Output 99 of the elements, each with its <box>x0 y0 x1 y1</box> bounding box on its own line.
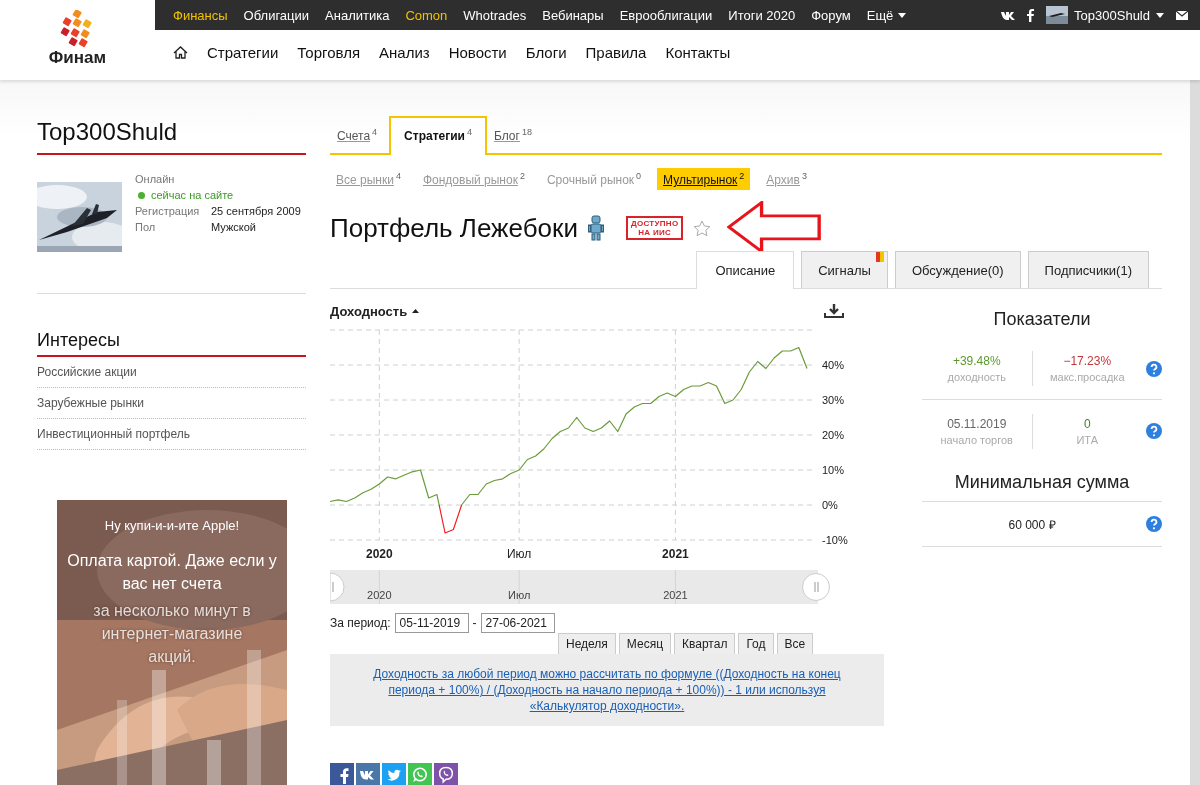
ad-title: Ну купи-и-и-ите Apple! <box>104 518 240 533</box>
nav-link[interactable]: Новости <box>448 44 507 61</box>
range-button[interactable]: Год <box>738 633 774 654</box>
field-label: Регистрация <box>135 205 201 217</box>
section-tab[interactable]: Стратегии $^{4}$ <box>389 116 487 155</box>
date-from-field[interactable]: 05-11-2019 <box>394 613 469 633</box>
logo-text[interactable]: Финам <box>18 48 107 68</box>
range-button[interactable]: Неделя <box>558 633 616 654</box>
stat-value: +39.48% <box>951 354 1002 368</box>
nav-link[interactable]: Анализ <box>379 44 430 61</box>
market-tab[interactable]: Архив $^{3}$ <box>760 168 813 190</box>
field-label: Пол <box>135 221 157 233</box>
stat-label: доходность <box>946 371 1007 383</box>
mail-icon[interactable] <box>1176 10 1188 20</box>
y-axis-label: 40% <box>822 359 845 371</box>
interests-title: Интересы <box>37 330 306 357</box>
period-label: За период: <box>330 616 391 630</box>
user-menu[interactable]: Top300Shuld <box>1046 6 1164 24</box>
help-icon[interactable] <box>1146 360 1162 377</box>
detail-tab[interactable]: Подписчики(1) <box>1027 251 1149 288</box>
nav-link[interactable]: Стратегии <box>207 44 279 61</box>
interest-item[interactable]: Зарубежные рынки <box>37 388 306 419</box>
top-menu-link[interactable]: Аналитика <box>325 7 390 23</box>
navigator-label: 2020 <box>367 589 392 601</box>
help-icon[interactable] <box>1146 516 1162 532</box>
y-axis-label: 0% <box>822 499 838 511</box>
facebook-icon[interactable] <box>1027 8 1035 22</box>
x-axis-label: 2020 <box>366 547 393 561</box>
viber-icon[interactable] <box>434 763 458 785</box>
detail-tab[interactable]: Обсуждение(0) <box>894 251 1021 288</box>
top-menu-link[interactable]: Форум <box>811 7 851 23</box>
ad-subline: за несколько минут в интернет-магазине акций. <box>92 601 252 667</box>
field-value: Мужской <box>211 221 257 233</box>
market-tab[interactable]: Все рынки $^{4}$ <box>330 168 407 190</box>
top-menu-dropdown[interactable]: Ещё <box>866 7 907 23</box>
range-button[interactable]: Месяц <box>618 633 672 654</box>
iis-badge: ДОСТУПНО НА ИИС <box>625 216 684 240</box>
home-icon[interactable] <box>173 46 188 59</box>
min-sum-title: Минимальная сумма <box>953 472 1131 493</box>
y-axis-label: 20% <box>822 429 845 441</box>
date-separator: - <box>472 616 477 630</box>
top-menu-link[interactable]: Comon <box>405 7 448 23</box>
status-label: Онлайн <box>135 173 176 185</box>
section-tab[interactable]: Счета $^{4}$ <box>330 119 390 153</box>
top-menu-link[interactable]: Финансы <box>173 7 228 23</box>
profile-name: Top300Shuld <box>37 118 306 155</box>
star-icon[interactable] <box>693 219 712 237</box>
range-handle[interactable] <box>330 572 345 602</box>
top-menu-link[interactable]: Вебинары <box>542 7 604 23</box>
x-axis-label: Июл <box>506 547 532 561</box>
y-axis-label: 30% <box>822 394 845 406</box>
nav-link[interactable]: Правила <box>585 44 647 61</box>
range-button[interactable]: Все <box>776 633 814 654</box>
interest-item[interactable]: Российские акции <box>37 357 306 388</box>
nav-link[interactable]: Контакты <box>665 44 731 61</box>
stat-label: начало торгов <box>939 433 1014 446</box>
facebook-icon[interactable] <box>330 763 354 785</box>
x-axis-label: 2021 <box>662 547 689 561</box>
nav-link[interactable]: Торговля <box>297 44 360 61</box>
twitter-icon[interactable] <box>382 763 406 785</box>
status-text: сейчас на сайте <box>151 189 234 201</box>
section-tab[interactable]: Блог $^{18}$ <box>487 119 544 153</box>
market-tab[interactable]: Мультирынок $^{2}$ <box>657 168 751 190</box>
stat-label: ИТА <box>1075 433 1100 446</box>
stat-label: макс.просадка <box>1048 371 1126 383</box>
help-icon[interactable] <box>1146 423 1162 439</box>
top-menu-link[interactable]: Whotrades <box>463 7 527 23</box>
caret-icon <box>1156 12 1164 18</box>
range-handle[interactable] <box>802 573 830 601</box>
market-tab[interactable]: Фондовый рынок $^{2}$ <box>416 168 531 190</box>
robot-icon <box>587 215 604 241</box>
vk-icon[interactable] <box>1001 10 1016 20</box>
top-menu-link[interactable]: Итоги 2020 <box>728 7 796 23</box>
y-axis-label: 10% <box>822 464 845 476</box>
navigator-label: 2021 <box>663 589 688 601</box>
nav-link[interactable]: Блоги <box>525 44 567 61</box>
date-to-field[interactable]: 27-06-2021 <box>480 613 555 633</box>
stat-value: 05.11.2019 <box>946 416 1008 431</box>
field-value: 25 сентября 2009 <box>211 205 301 217</box>
strategy-title: Портфель Лежебоки <box>330 212 578 244</box>
detail-tab[interactable]: Описание <box>696 251 795 289</box>
caret-icon <box>898 12 907 18</box>
top-menu-link[interactable]: Еврооблигации <box>619 7 713 23</box>
download-icon[interactable] <box>824 303 844 319</box>
range-button[interactable]: Квартал <box>674 633 736 654</box>
avatar-icon <box>1046 6 1069 24</box>
stats-title: Показатели <box>992 309 1092 330</box>
formula-link[interactable]: Доходность за любой период можно рассчитать по формуле ((Доходность на конец периода + 100%) / (Доходность на начало периода + 100%)) - 1 или используя «Калькулятор доходности». <box>350 666 864 714</box>
detail-tab[interactable]: Сигналы <box>801 251 888 288</box>
top-menu-link[interactable]: Облигации <box>243 7 310 23</box>
stat-value: 0 <box>1082 416 1092 431</box>
stat-value: −17.23% <box>1062 354 1113 368</box>
chart-title[interactable]: Доходность <box>330 303 420 319</box>
interest-item[interactable]: Инвестиционный портфель <box>37 419 306 450</box>
caret-icon <box>412 309 420 313</box>
min-sum-value: 60 000 ₽ <box>1007 516 1057 533</box>
navigator-label: Июл <box>508 589 531 601</box>
y-axis-label: -10% <box>822 534 848 546</box>
ad-banner[interactable]: Ну купи-и-и-ите Apple! Оплата картой. Даже если у вас нет счета за несколько минут в интернет-магазине акций. <box>57 500 287 785</box>
